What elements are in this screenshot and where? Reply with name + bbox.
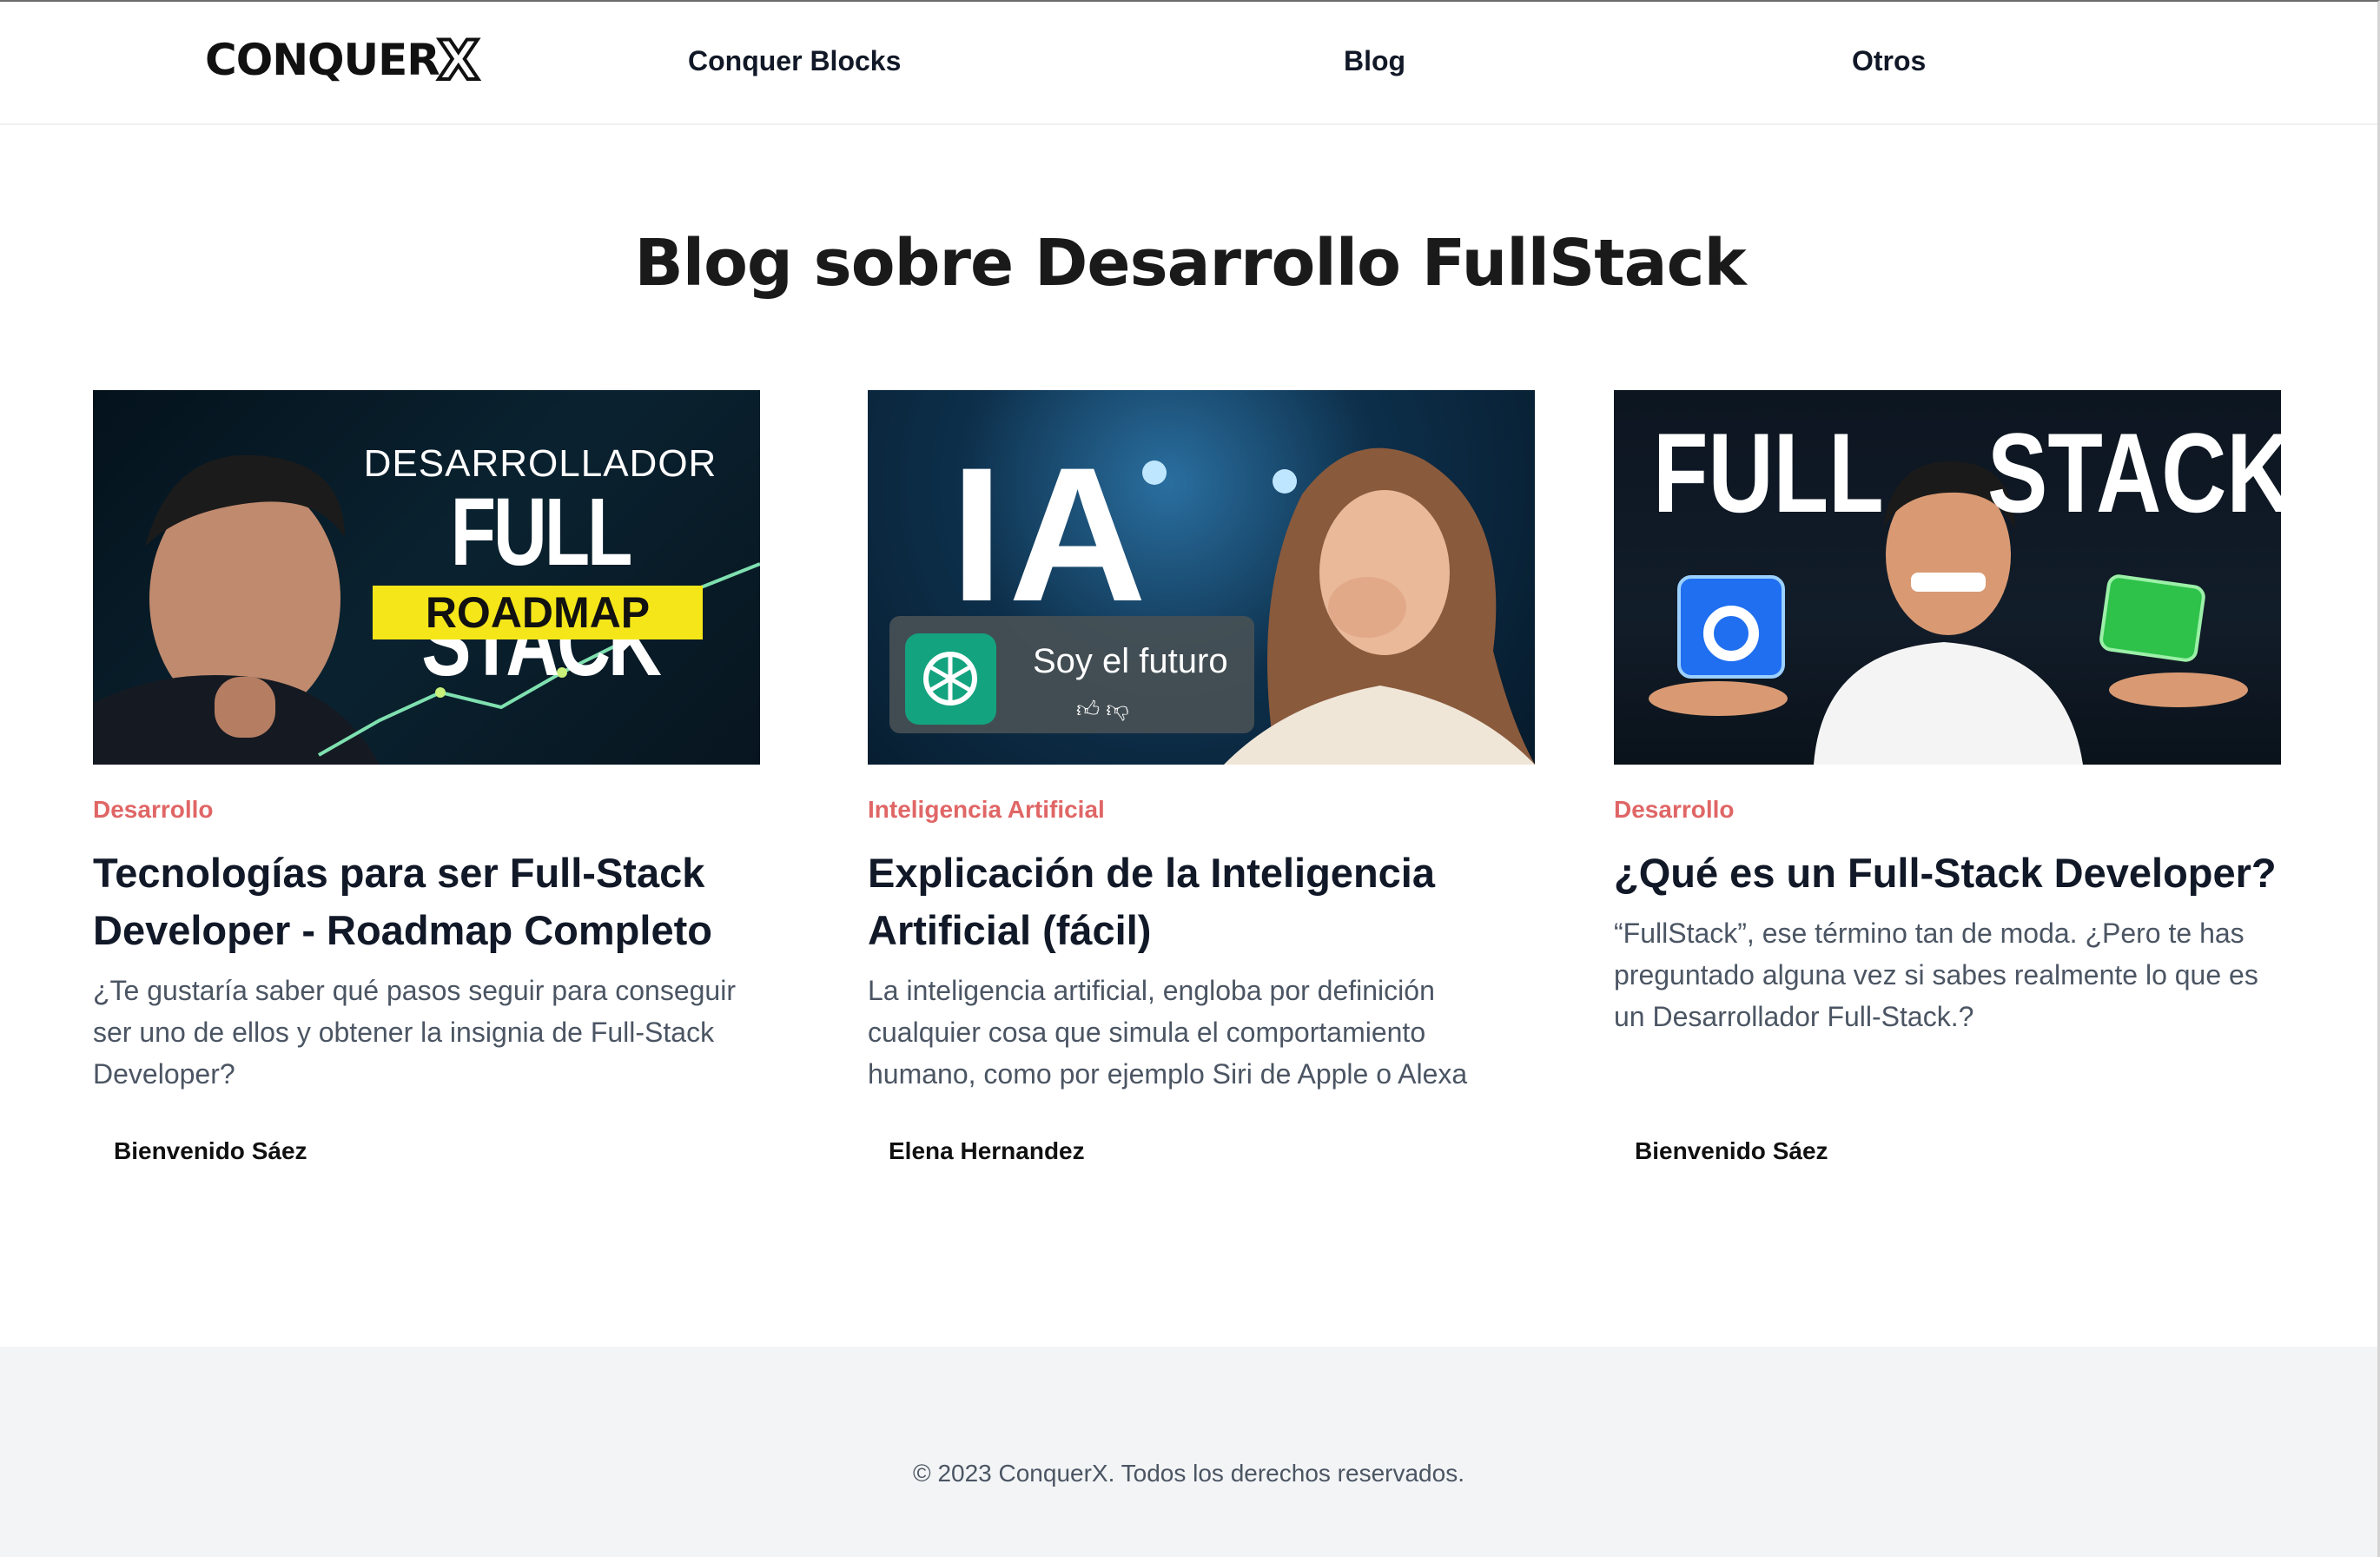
chat-bubble: Soy el futuro 👍︎ 👎︎	[889, 616, 1254, 733]
thumbnail-big-text: IA	[950, 427, 1152, 641]
nav-link-blog[interactable]: Blog	[1344, 45, 1405, 77]
logo-text: CONQUER	[205, 35, 440, 85]
chat-text: Soy el futuro	[1033, 642, 1228, 680]
post-author: Elena Hernandez	[889, 1137, 1085, 1164]
thumbs-icons: 👍︎ 👎︎	[1076, 696, 1129, 722]
blog-card[interactable]: IA Soy el futuro 👍︎ 👎︎ Inteligencia Arti…	[868, 390, 1535, 1164]
post-title[interactable]: Tecnologías para ser Full-Stack Develope…	[93, 845, 760, 959]
page-title: Blog sobre Desarrollo FullStack	[634, 226, 1746, 301]
post-excerpt: La inteligencia artificial, engloba por …	[868, 975, 1468, 1090]
nav-link-otros[interactable]: Otros	[1852, 45, 1926, 77]
logo-x-mark: X	[436, 27, 481, 94]
post-category[interactable]: Inteligencia Artificial	[868, 796, 1535, 824]
post-category[interactable]: Desarrollo	[93, 796, 760, 824]
chatgpt-icon	[905, 633, 996, 725]
blog-card[interactable]: DESARROLLADOR FULL STACK ROADMAP Desarro…	[93, 390, 760, 1164]
roadmap-badge: ROADMAP	[373, 586, 703, 639]
post-excerpt: ¿Te gustaría saber qué pasos seguir para…	[93, 975, 736, 1090]
footer-copyright: © 2023 ConquerX. Todos los derechos rese…	[913, 1460, 1464, 1487]
post-title[interactable]: Explicación de la Inteligencia Artificia…	[868, 845, 1535, 959]
post-author: Bienvenido Sáez	[1635, 1137, 1828, 1164]
post-author: Bienvenido Sáez	[114, 1137, 307, 1164]
post-thumbnail[interactable]: IA Soy el futuro 👍︎ 👎︎	[868, 390, 1535, 765]
conquerx-logo[interactable]: CONQUER X	[205, 27, 481, 94]
post-title[interactable]: ¿Qué es un Full-Stack Developer?	[1614, 845, 2281, 902]
post-thumbnail[interactable]: DESARROLLADOR FULL STACK ROADMAP	[93, 390, 760, 765]
page: CONQUER X Conquer Blocks Blog Otros Blog …	[0, 0, 2380, 1557]
post-thumbnail[interactable]: FULL STACK	[1614, 390, 2281, 765]
openai-logo-icon	[923, 652, 977, 706]
post-category[interactable]: Desarrollo	[1614, 796, 2281, 824]
footer: © 2023 ConquerX. Todos los derechos rese…	[0, 1347, 2377, 1557]
thumbnail-big-text-right: STACK	[1987, 409, 2281, 536]
nav-link-conquer-blocks[interactable]: Conquer Blocks	[688, 45, 901, 77]
post-excerpt: “FullStack”, ese término tan de moda. ¿P…	[1614, 918, 2258, 1032]
blog-card[interactable]: FULL STACK Desarrollo ¿Qué es un Full-St…	[1614, 390, 2281, 1164]
top-navbar: CONQUER X Conquer Blocks Blog Otros	[0, 2, 2377, 125]
thumbnail-big-text-left: FULL	[1653, 409, 1884, 536]
